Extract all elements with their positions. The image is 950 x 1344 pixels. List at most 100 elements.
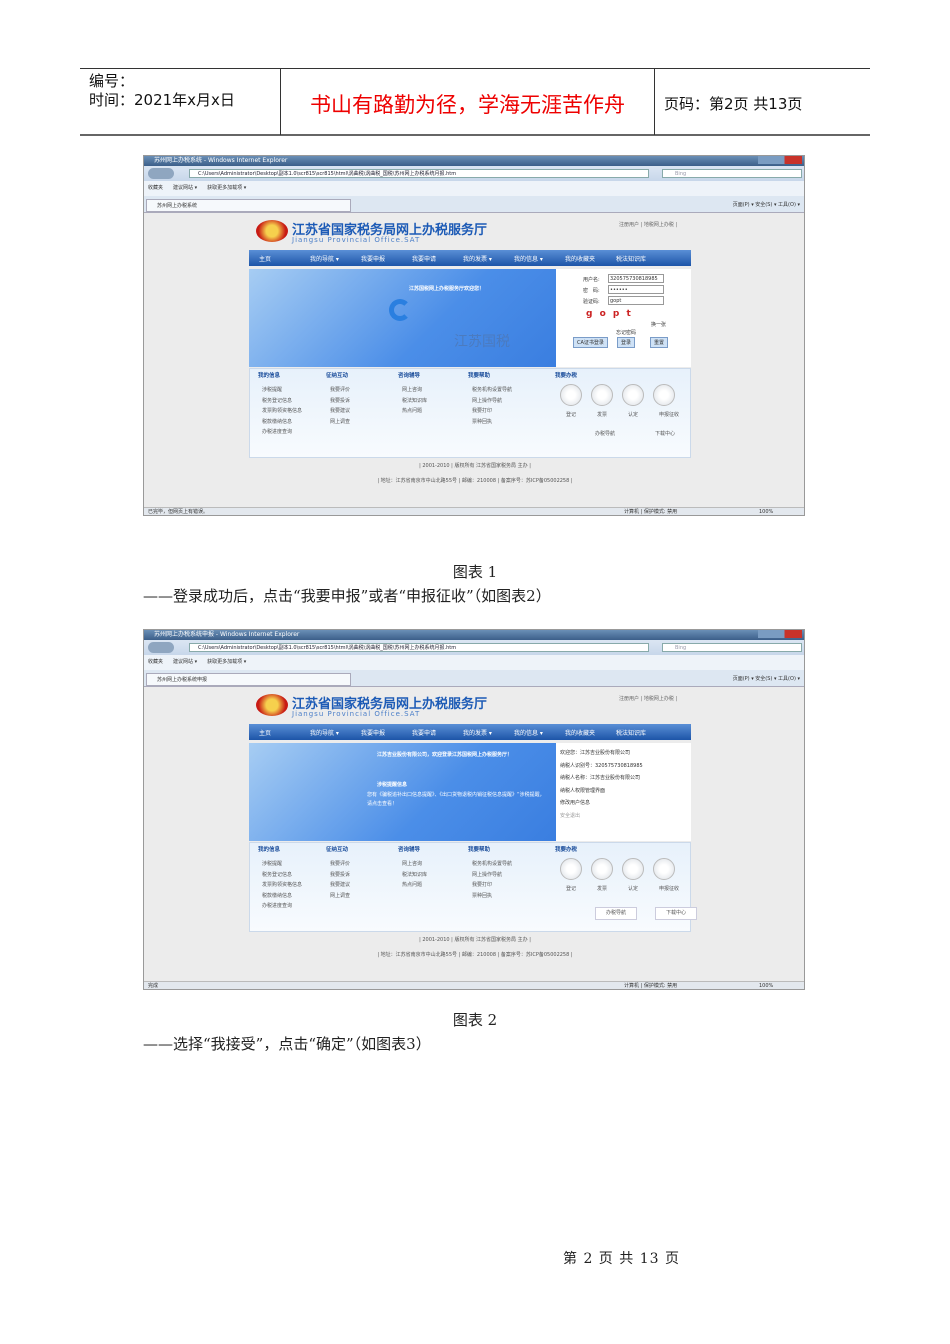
- download-button[interactable]: 下载中心: [655, 907, 698, 920]
- section-link[interactable]: 税法知识库: [402, 870, 427, 881]
- section-link[interactable]: 我要打印: [472, 406, 492, 417]
- nav-item[interactable]: 我的信息 ▾: [514, 728, 565, 737]
- command-bar[interactable]: 页面(P) ▾ 安全(S) ▾ 工具(O) ▾: [733, 201, 800, 208]
- section-link[interactable]: 我要投诉: [330, 870, 350, 881]
- user-info-line[interactable]: 纳税人权限管理界面: [560, 787, 605, 794]
- section-link[interactable]: 我要打印: [472, 880, 492, 891]
- service-label[interactable]: 申报征收: [659, 884, 679, 895]
- section-link[interactable]: 我要建议: [330, 406, 350, 417]
- section-link[interactable]: 票种回执: [472, 891, 492, 902]
- register-links[interactable]: 注册用户 | 地税网上办税 |: [619, 221, 677, 228]
- section-link[interactable]: 我要建议: [330, 880, 350, 891]
- nav-item[interactable]: 主页: [259, 254, 310, 263]
- section-link[interactable]: 税务登记信息: [262, 870, 292, 881]
- section-link[interactable]: 税款缴纳信息: [262, 417, 292, 428]
- section-link[interactable]: 税务机构设置导航: [472, 859, 512, 870]
- service-icon[interactable]: [622, 858, 644, 880]
- back-forward-buttons[interactable]: [148, 642, 174, 653]
- browser-tab[interactable]: 苏州网上办税系统申报: [146, 673, 351, 686]
- nav-item[interactable]: 税法知识库: [616, 728, 667, 737]
- browser-tab[interactable]: 苏州网上办税系统: [146, 199, 351, 212]
- service-icon[interactable]: [591, 858, 613, 880]
- service-icon[interactable]: [653, 858, 675, 880]
- reset-button[interactable]: 重置: [650, 337, 669, 348]
- download-button[interactable]: 下载中心: [655, 429, 675, 440]
- zoom-level[interactable]: 100%: [759, 508, 773, 515]
- window-controls[interactable]: [758, 630, 802, 638]
- section-link[interactable]: 网上操作导航: [472, 870, 502, 881]
- service-icon[interactable]: [591, 384, 613, 406]
- nav-item[interactable]: 我的收藏夹: [565, 728, 616, 737]
- address-input[interactable]: C:\Users\Administrator\Desktop\副本1.0\scr…: [189, 169, 649, 178]
- nav-item[interactable]: 我的发票 ▾: [463, 728, 514, 737]
- window-controls[interactable]: [758, 156, 802, 164]
- nav-item[interactable]: 我要申报: [361, 254, 412, 263]
- nav-item[interactable]: 我的信息 ▾: [514, 254, 565, 263]
- section-link[interactable]: 热点问题: [402, 406, 422, 417]
- favorites-item-suggested[interactable]: 建议网站 ▾: [173, 655, 197, 670]
- captcha-value-field[interactable]: gopt: [608, 296, 664, 305]
- nav-item[interactable]: 我要申报: [361, 728, 412, 737]
- nav-item[interactable]: 我的导航 ▾: [310, 254, 361, 263]
- register-links[interactable]: 注册用户 | 地税网上办税 |: [619, 695, 677, 702]
- nav-item[interactable]: 我的收藏夹: [565, 254, 616, 263]
- section-link[interactable]: 网上操作导航: [472, 396, 502, 407]
- command-bar[interactable]: 页面(P) ▾ 安全(S) ▾ 工具(O) ▾: [733, 675, 800, 682]
- address-input[interactable]: C:\Users\Administrator\Desktop\副本1.0\scr…: [189, 643, 649, 652]
- section-link[interactable]: 票种回执: [472, 417, 492, 428]
- section-link[interactable]: 我要评价: [330, 859, 350, 870]
- section-link[interactable]: 涉税提醒: [262, 859, 282, 870]
- section-link[interactable]: 税款缴纳信息: [262, 891, 292, 902]
- favorites-item-more_addons[interactable]: 获取更多加载项 ▾: [207, 655, 246, 670]
- favorites-item-more_addons[interactable]: 获取更多加载项 ▾: [207, 181, 246, 196]
- section-link[interactable]: 税务机构设置导航: [472, 385, 512, 396]
- nav-item[interactable]: 主页: [259, 728, 310, 737]
- service-label[interactable]: 认定: [628, 884, 638, 895]
- nav-item[interactable]: 我的发票 ▾: [463, 254, 514, 263]
- refresh-captcha-link[interactable]: 换一张: [651, 321, 666, 328]
- username-field[interactable]: 320575730818985: [608, 274, 664, 283]
- service-label[interactable]: 登记: [566, 410, 576, 421]
- forgot-password-link[interactable]: 忘记密码: [616, 329, 636, 336]
- service-label[interactable]: 发票: [597, 410, 607, 421]
- section-link[interactable]: 发票购领资格信息: [262, 880, 302, 891]
- service-label[interactable]: 认定: [628, 410, 638, 421]
- guide-button[interactable]: 办税导航: [595, 429, 615, 440]
- search-box[interactable]: Bing: [662, 169, 802, 178]
- section-link[interactable]: 涉税提醒: [262, 385, 282, 396]
- service-icon[interactable]: [560, 858, 582, 880]
- nav-item[interactable]: 税法知识库: [616, 254, 667, 263]
- favorites-item-favorites[interactable]: 收藏夹: [148, 181, 163, 196]
- guide-button[interactable]: 办税导航: [595, 907, 638, 920]
- section-link[interactable]: 税法知识库: [402, 396, 427, 407]
- section-link[interactable]: 网上调查: [330, 891, 350, 902]
- password-field[interactable]: ••••••: [608, 285, 664, 294]
- section-link[interactable]: 我要评价: [330, 385, 350, 396]
- service-label[interactable]: 发票: [597, 884, 607, 895]
- section-link[interactable]: 我要投诉: [330, 396, 350, 407]
- login-button[interactable]: 登录: [617, 337, 636, 348]
- service-icon[interactable]: [622, 384, 644, 406]
- section-link[interactable]: 发票购领资格信息: [262, 406, 302, 417]
- section-link[interactable]: 办税进度查询: [262, 427, 292, 438]
- user-info-line[interactable]: 修改用户信息: [560, 799, 590, 806]
- section-link[interactable]: 热点问题: [402, 880, 422, 891]
- nav-item[interactable]: 我要申请: [412, 254, 463, 263]
- service-label[interactable]: 申报征收: [659, 410, 679, 421]
- service-label[interactable]: 登记: [566, 884, 576, 895]
- section-link[interactable]: 网上咨询: [402, 385, 422, 396]
- reminder-text[interactable]: 您有《骗税追补出口信息提醒》、《出口货物退税内销征税信息提醒》“涉税提醒，请点击…: [367, 791, 547, 809]
- service-icon[interactable]: [560, 384, 582, 406]
- section-link[interactable]: 网上调查: [330, 417, 350, 428]
- ca-login-button[interactable]: CA证书登录: [573, 337, 608, 348]
- search-box[interactable]: Bing: [662, 643, 802, 652]
- section-link[interactable]: 税务登记信息: [262, 396, 292, 407]
- zoom-level[interactable]: 100%: [759, 982, 773, 989]
- favorites-item-suggested[interactable]: 建议网站 ▾: [173, 181, 197, 196]
- section-link[interactable]: 网上咨询: [402, 859, 422, 870]
- back-forward-buttons[interactable]: [148, 168, 174, 179]
- section-link[interactable]: 办税进度查询: [262, 901, 292, 912]
- favorites-item-favorites[interactable]: 收藏夹: [148, 655, 163, 670]
- nav-item[interactable]: 我要申请: [412, 728, 463, 737]
- nav-item[interactable]: 我的导航 ▾: [310, 728, 361, 737]
